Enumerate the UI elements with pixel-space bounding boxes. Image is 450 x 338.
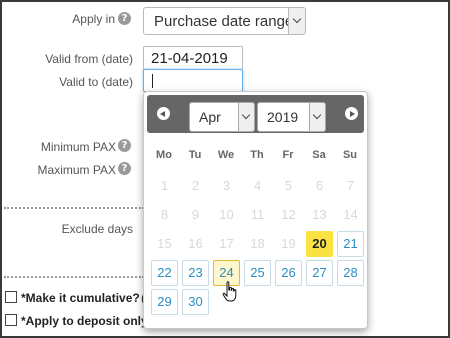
valid-to-label: Valid to (date) [59,75,133,89]
chevron-right-icon[interactable] [345,107,358,120]
weekday-label: Sa [312,149,326,161]
day-cell-disabled: 8 [151,202,178,228]
day-cell[interactable]: 29 [151,289,178,315]
day-cell[interactable]: 25 [244,260,271,286]
year-value: 2019 [267,109,299,125]
chevron-down-icon[interactable] [309,103,325,131]
month-value: Apr [199,109,221,125]
day-cell[interactable]: 30 [182,289,209,315]
year-select[interactable]: 2019 [257,102,326,132]
weekday-label: We [217,149,235,161]
valid-to-field[interactable] [143,69,243,92]
day-cell-disabled: 13 [306,202,333,228]
day-cell-disabled: 19 [275,231,302,257]
datepicker-header: Apr 2019 [147,95,364,133]
apply-in-select[interactable]: Purchase date range [143,7,306,35]
day-cell-disabled: 15 [151,231,178,257]
section-divider [4,207,144,209]
max-pax-label: Maximum PAX [37,163,116,177]
text-caret [152,74,153,88]
day-cell-disabled: 14 [337,202,364,228]
month-select[interactable]: Apr [189,102,255,132]
deposit-label: *Apply to deposit only [21,314,148,328]
help-icon[interactable]: ? [118,139,131,152]
day-cell-disabled: 17 [213,231,240,257]
day-cell-disabled: 4 [244,173,271,199]
cumulative-checkbox[interactable] [5,291,17,303]
help-icon[interactable]: ? [118,12,131,25]
datepicker-popup: Apr 2019 Mo Tu We Th Fr Sa Su 1 2 3 4 5 6 7 8 9 10 11 12 1… [143,91,368,329]
day-cell-disabled: 11 [244,202,271,228]
day-cell-disabled: 2 [182,173,209,199]
day-cell-disabled: 6 [306,173,333,199]
day-cell[interactable]: 22 [151,260,178,286]
weekday-label: Tu [188,149,202,161]
hand-pointer-icon [222,281,237,302]
day-cell-disabled: 12 [275,202,302,228]
day-cell[interactable]: 27 [306,260,333,286]
day-cell-disabled: 1 [151,173,178,199]
day-cell-disabled: 16 [182,231,209,257]
day-cell-disabled: 5 [275,173,302,199]
chevron-down-icon[interactable] [288,8,305,34]
cumulative-label: *Make it cumulative? [21,291,140,305]
day-cell[interactable]: 23 [182,260,209,286]
apply-in-label: Apply in [72,12,115,26]
day-cell-disabled: 3 [213,173,240,199]
help-icon[interactable]: ? [118,162,131,175]
apply-in-value: Purchase date range [154,13,294,30]
weekday-label: Fr [282,149,294,161]
day-cell-disabled: 18 [244,231,271,257]
section-divider [4,276,144,278]
exclude-days-label: Exclude days [61,222,133,236]
chevron-down-icon[interactable] [238,103,254,131]
deposit-checkbox[interactable] [5,314,17,326]
day-cell-disabled: 7 [337,173,364,199]
valid-from-field[interactable]: 21-04-2019 [143,46,243,70]
weekday-label: Su [342,149,358,161]
day-cell-disabled: 9 [182,202,209,228]
day-cell-disabled: 10 [213,202,240,228]
weekday-label: Mo [156,149,172,161]
day-cell[interactable]: 26 [275,260,302,286]
day-cell[interactable]: 28 [337,260,364,286]
day-cell[interactable]: 21 [337,231,364,257]
weekday-label: Th [250,149,264,161]
min-pax-label: Minimum PAX [40,140,116,154]
valid-from-label: Valid from (date) [45,52,133,66]
valid-from-value: 21-04-2019 [151,50,228,67]
day-cell-today[interactable]: 20 [306,231,333,257]
chevron-left-icon[interactable] [157,107,170,120]
